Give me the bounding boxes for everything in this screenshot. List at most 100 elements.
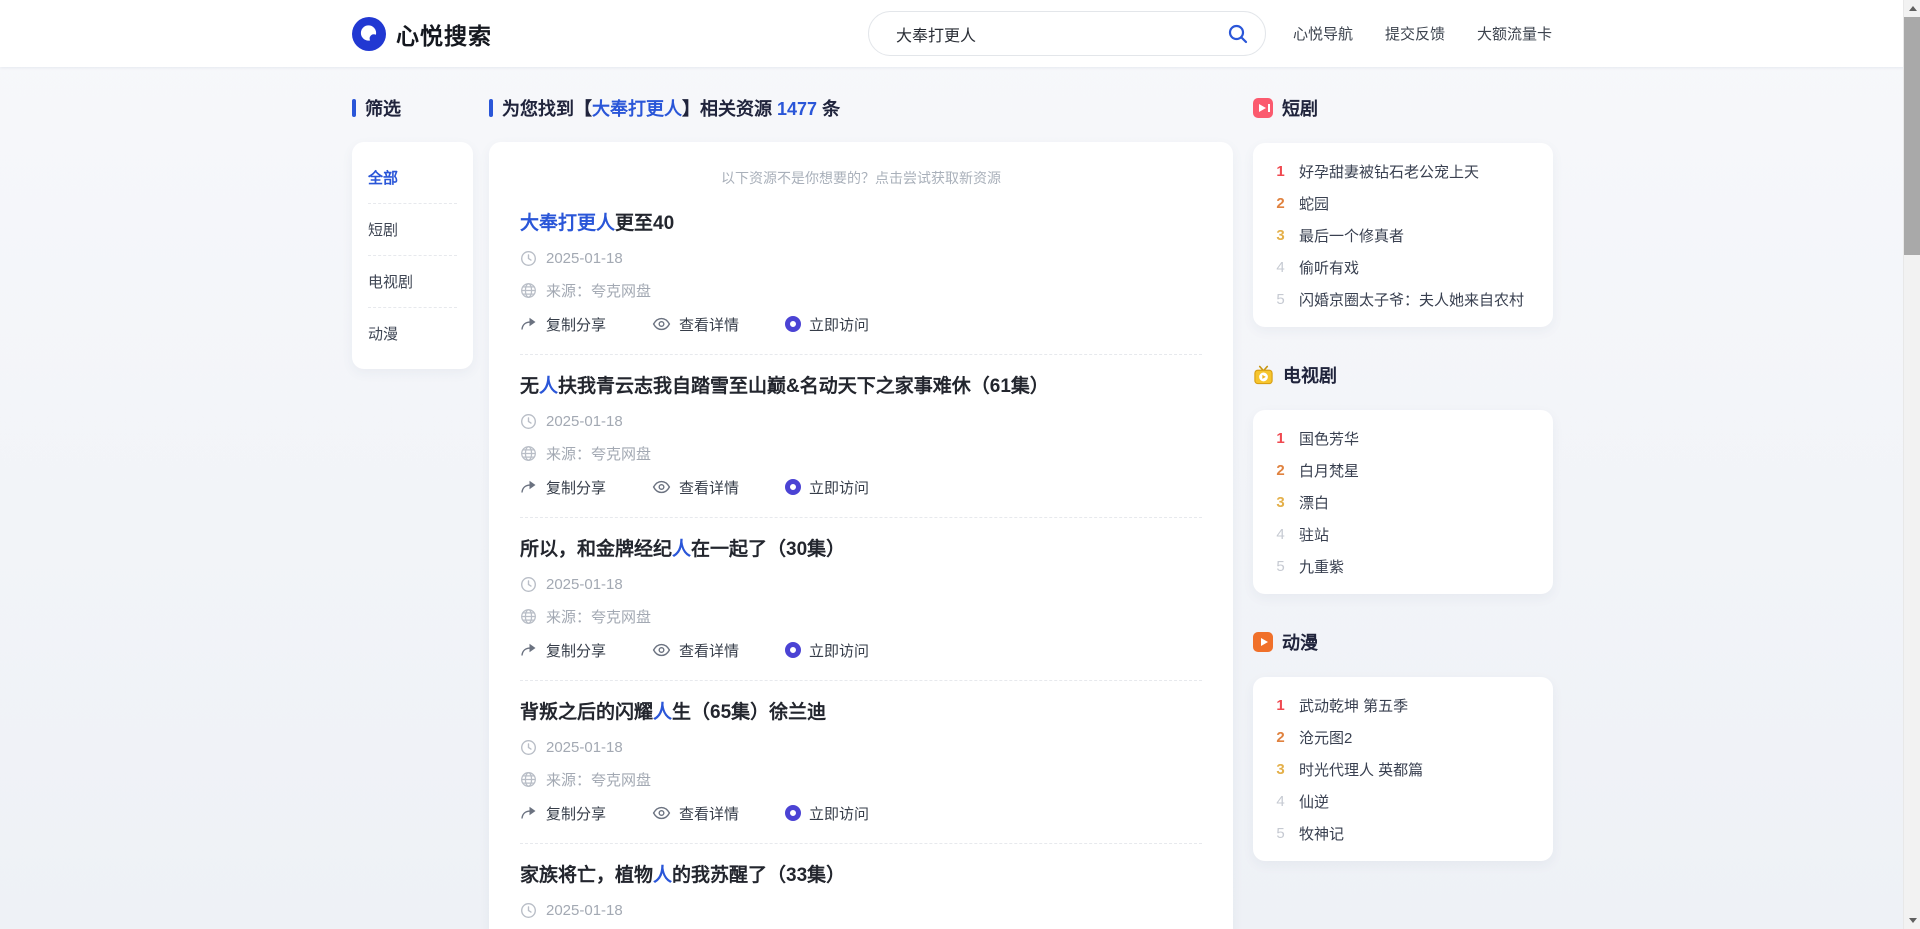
visit-now-button[interactable]: 立即访问 (785, 803, 869, 824)
share-icon (520, 642, 538, 658)
filter-title: 筛选 (365, 95, 401, 121)
result-title-link[interactable]: 家族将亡，植物人的我苏醒了（33集） (520, 864, 1202, 888)
view-detail-button[interactable]: 查看详情 (652, 314, 739, 335)
rank-title: 最后一个修真者 (1299, 225, 1404, 246)
rankings-column: 短剧 1好孕甜妻被钻石老公宠上天 2蛇园 3 最后一个修真者 4偷听有戏 5 闪婚京… (1253, 96, 1553, 897)
brand-name: 心悦搜索 (396, 17, 492, 51)
filter-item-all[interactable]: 全部 (368, 152, 457, 204)
nav-link-feedback[interactable]: 提交反馈 (1385, 23, 1445, 44)
copy-share-button[interactable]: 复制分享 (520, 803, 606, 824)
rank-number: 3 (1275, 494, 1286, 511)
title-text: 生（65集）徐兰迪 (672, 702, 826, 723)
result-title-link[interactable]: 大奉打更人更至40 (520, 212, 1202, 236)
search-button[interactable] (1219, 23, 1265, 45)
result-title-link[interactable]: 无人扶我青云志我自踏雪至山巅&名动天下之家事难休（61集） (520, 375, 1202, 399)
scrollbar-thumb[interactable] (1904, 17, 1920, 255)
result-item: 背叛之后的闪耀人生（65集）徐兰迪 2025-01-18 来源：夸克网盘 复制分… (520, 681, 1202, 844)
filter-item-tvseries[interactable]: 电视剧 (368, 256, 457, 308)
heading-text: 条 (817, 99, 840, 119)
brand[interactable]: 心悦搜索 (352, 0, 492, 67)
rank-item[interactable]: 3 最后一个修真者 (1275, 219, 1543, 251)
view-detail-button[interactable]: 查看详情 (652, 803, 739, 824)
visit-now-button[interactable]: 立即访问 (785, 477, 869, 498)
share-icon (520, 805, 538, 821)
rank-item[interactable]: 1好孕甜妻被钻石老公宠上天 (1275, 155, 1543, 187)
share-icon (520, 316, 538, 332)
rank-title: 国色芳华 (1299, 428, 1359, 449)
rank-number: 3 (1275, 227, 1286, 244)
ranking-section-anime: 动漫 1武动乾坤 第五季 2沧元图2 3时光代理人 英都篇 4仙逆 5牧神记 (1253, 630, 1553, 861)
rank-item[interactable]: 3时光代理人 英都篇 (1275, 753, 1543, 785)
eye-icon (652, 316, 671, 332)
search-input[interactable] (869, 25, 1219, 43)
action-label: 复制分享 (546, 477, 606, 498)
rank-item[interactable]: 5牧神记 (1275, 817, 1543, 849)
copy-share-button[interactable]: 复制分享 (520, 640, 606, 661)
rank-item[interactable]: 4仙逆 (1275, 785, 1543, 817)
rank-number: 5 (1275, 291, 1286, 308)
filter-heading: 筛选 (352, 96, 473, 120)
title-text: 扶我青云志我自踏雪至山巅&名动天下之家事难休（61集） (558, 376, 1049, 397)
search-icon (1227, 23, 1249, 45)
result-title-link[interactable]: 所以，和金牌经纪人在一起了（30集） (520, 538, 1202, 562)
results-heading: 为您找到【大奉打更人】相关资源 1477 条 (489, 96, 1233, 120)
title-text: 更至40 (615, 213, 674, 234)
title-text: 在一起了（30集） (691, 539, 845, 560)
rank-item[interactable]: 4驻站 (1275, 518, 1543, 550)
rank-number: 5 (1275, 558, 1286, 575)
rank-title: 闪婚京圈太子爷：夫人她来自农村 (1299, 289, 1524, 310)
filter-card: 全部 短剧 电视剧 动漫 (352, 142, 473, 369)
title-text: 背叛之后的闪耀 (520, 702, 653, 723)
ranking-title: 短剧 (1282, 95, 1318, 121)
rank-item[interactable]: 1武动乾坤 第五季 (1275, 689, 1543, 721)
visit-now-button[interactable]: 立即访问 (785, 640, 869, 661)
title-text: 的我苏醒了（33集） (672, 865, 845, 886)
nav-link-navigation[interactable]: 心悦导航 (1293, 23, 1353, 44)
visit-now-button[interactable]: 立即访问 (785, 314, 869, 335)
action-label: 立即访问 (809, 640, 869, 661)
results-card: 以下资源不是你想要的？点击尝试获取新资源 大奉打更人更至40 2025-01-1… (489, 142, 1233, 929)
play-glyph (1261, 638, 1268, 646)
action-label: 查看详情 (679, 314, 739, 335)
action-label: 查看详情 (679, 803, 739, 824)
title-keyword: 大奉打更人 (520, 213, 615, 234)
rank-item[interactable]: 2白月梵星 (1275, 454, 1543, 486)
results-heading-text: 为您找到【大奉打更人】相关资源 1477 条 (502, 95, 840, 121)
refresh-notice[interactable]: 以下资源不是你想要的？点击尝试获取新资源 (520, 168, 1202, 188)
scroll-down-button[interactable] (1904, 912, 1920, 929)
rank-item[interactable]: 1国色芳华 (1275, 422, 1543, 454)
filter-item-shortdrama[interactable]: 短剧 (368, 204, 457, 256)
action-label: 复制分享 (546, 803, 606, 824)
share-icon (520, 479, 538, 495)
rank-item[interactable]: 2蛇园 (1275, 187, 1543, 219)
scroll-up-button[interactable] (1904, 0, 1920, 17)
rank-item[interactable]: 2沧元图2 (1275, 721, 1543, 753)
rank-title: 时光代理人 英都篇 (1299, 759, 1423, 780)
scrollbar-track[interactable] (1903, 0, 1920, 929)
result-title-link[interactable]: 背叛之后的闪耀人生（65集）徐兰迪 (520, 701, 1202, 725)
action-label: 立即访问 (809, 477, 869, 498)
view-detail-button[interactable]: 查看详情 (652, 477, 739, 498)
clock-icon (520, 739, 537, 756)
action-label: 查看详情 (679, 640, 739, 661)
view-detail-button[interactable]: 查看详情 (652, 640, 739, 661)
title-keyword: 人 (653, 865, 672, 886)
filter-item-anime[interactable]: 动漫 (368, 308, 457, 359)
result-date: 2025-01-18 (520, 411, 1202, 431)
rank-item[interactable]: 3漂白 (1275, 486, 1543, 518)
anime-icon (1253, 632, 1273, 652)
rank-item[interactable]: 5 闪婚京圈太子爷：夫人她来自农村 (1275, 283, 1543, 315)
copy-share-button[interactable]: 复制分享 (520, 477, 606, 498)
source-text: 来源：夸克网盘 (546, 280, 651, 301)
nav-link-data-card[interactable]: 大额流量卡 (1477, 23, 1552, 44)
copy-share-button[interactable]: 复制分享 (520, 314, 606, 335)
clock-icon (520, 413, 537, 430)
ranking-heading: 短剧 (1253, 96, 1553, 120)
rank-item[interactable]: 4偷听有戏 (1275, 251, 1543, 283)
bar-glyph (1268, 104, 1270, 112)
date-text: 2025-01-18 (546, 902, 623, 919)
ranking-heading: 动漫 (1253, 630, 1553, 654)
heading-text: 】相关资源 (682, 99, 777, 119)
title-text: 家族将亡，植物 (520, 865, 653, 886)
rank-item[interactable]: 5九重紫 (1275, 550, 1543, 582)
